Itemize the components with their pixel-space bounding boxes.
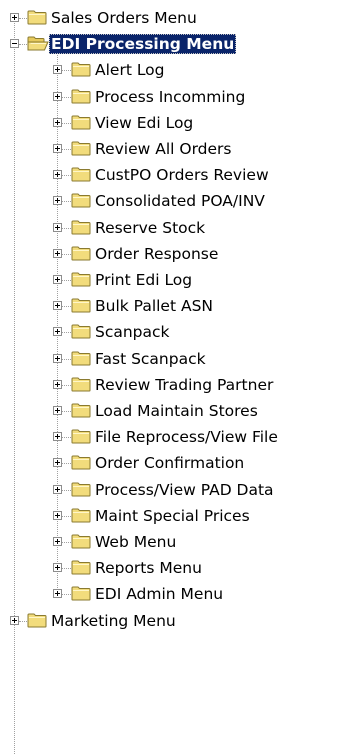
tree-node-label[interactable]: Process/View PAD Data [93,480,276,500]
tree-node-edi-processing-menu[interactable]: EDI Processing Menu [0,33,352,55]
tree-node-label[interactable]: Sales Orders Menu [49,8,199,28]
folder-icon [71,377,91,392]
plus-box-icon[interactable] [53,432,62,442]
folder-open-icon [27,36,49,51]
tree-node-label[interactable]: Web Menu [93,532,178,552]
plus-box-icon[interactable] [53,301,62,311]
tree-node-label[interactable]: Bulk Pallet ASN [93,296,215,316]
tree-node-label[interactable]: EDI Processing Menu [49,34,237,55]
tree-node-sales-orders-menu[interactable]: Sales Orders Menu [0,7,352,29]
folder-icon [71,429,91,444]
plus-box-icon[interactable] [10,615,19,625]
plus-box-icon[interactable] [53,196,62,206]
folder-icon [71,246,91,261]
tree-node-order-response[interactable]: Order Response [0,243,352,265]
plus-box-icon[interactable] [53,117,62,127]
folder-icon [71,298,91,313]
tree-node-marketing-menu[interactable]: Marketing Menu [0,610,352,632]
folder-icon [71,89,91,104]
plus-box-icon[interactable] [53,589,62,599]
tree-node-label[interactable]: CustPO Orders Review [93,165,271,185]
plus-box-icon[interactable] [53,222,62,232]
tree-node-print-edi-log[interactable]: Print Edi Log [0,269,352,291]
tree-node-consolidated-poa-inv[interactable]: Consolidated POA/INV [0,190,352,212]
plus-box-icon[interactable] [53,144,62,153]
folder-icon [71,482,91,497]
tree-node-label[interactable]: Review Trading Partner [93,375,275,395]
tree-node-label[interactable]: Print Edi Log [93,270,194,290]
tree-node-alert-log[interactable]: Alert Log [0,59,352,81]
minus-box-icon[interactable] [10,39,19,49]
tree-node-label[interactable]: File Reprocess/View File [93,427,280,447]
tree-node-file-reprocess-view-file[interactable]: File Reprocess/View File [0,426,352,448]
plus-box-icon[interactable] [53,537,62,546]
tree-node-label[interactable]: Alert Log [93,60,167,80]
folder-icon [71,351,91,366]
folder-icon [71,193,91,208]
plus-box-icon[interactable] [53,458,62,468]
folder-icon [71,560,91,575]
tree-node-label[interactable]: Order Confirmation [93,453,246,473]
folder-icon [27,613,47,628]
folder-icon [71,586,91,601]
folder-icon [71,167,91,182]
plus-box-icon[interactable] [53,248,62,258]
plus-box-icon[interactable] [10,13,19,22]
tree-node-label[interactable]: Scanpack [93,322,172,342]
folder-icon [71,508,91,523]
tree-node-label[interactable]: Consolidated POA/INV [93,191,267,211]
tree-node-load-maintain-stores[interactable]: Load Maintain Stores [0,400,352,422]
tree-node-label[interactable]: Reports Menu [93,558,204,578]
plus-box-icon[interactable] [53,484,62,494]
tree-node-label[interactable]: Marketing Menu [49,611,178,631]
menu-tree: Sales Orders Menu EDI Processing Menu Aler… [0,0,352,754]
tree-node-view-edi-log[interactable]: View Edi Log [0,112,352,134]
folder-icon [71,115,91,130]
folder-icon [71,403,91,418]
tree-node-process-view-pad-data[interactable]: Process/View PAD Data [0,479,352,501]
folder-icon [71,534,91,549]
folder-icon [71,324,91,339]
folder-icon [71,220,91,235]
tree-node-label[interactable]: Reserve Stock [93,218,207,238]
plus-box-icon[interactable] [53,65,62,75]
tree-node-label[interactable]: Maint Special Prices [93,506,252,526]
tree-node-label[interactable]: View Edi Log [93,113,195,133]
plus-box-icon[interactable] [53,353,62,363]
tree-node-label[interactable]: Fast Scanpack [93,349,208,369]
tree-node-edi-admin-menu[interactable]: EDI Admin Menu [0,583,352,605]
plus-box-icon[interactable] [53,275,62,284]
tree-node-label[interactable]: EDI Admin Menu [93,584,225,604]
folder-icon [71,62,91,77]
tree-node-label[interactable]: Load Maintain Stores [93,401,260,421]
tree-node-reports-menu[interactable]: Reports Menu [0,557,352,579]
plus-box-icon[interactable] [53,406,62,415]
tree-node-process-incomming[interactable]: Process Incomming [0,86,352,108]
tree-node-label[interactable]: Process Incomming [93,87,247,107]
plus-box-icon[interactable] [53,170,62,180]
tree-node-custpo-orders-review[interactable]: CustPO Orders Review [0,164,352,186]
folder-icon [27,10,47,25]
folder-icon [71,141,91,156]
tree-node-reserve-stock[interactable]: Reserve Stock [0,217,352,239]
plus-box-icon[interactable] [53,510,62,520]
tree-node-scanpack[interactable]: Scanpack [0,321,352,343]
tree-node-web-menu[interactable]: Web Menu [0,531,352,553]
tree-node-review-trading-partner[interactable]: Review Trading Partner [0,374,352,396]
tree-node-maint-special-prices[interactable]: Maint Special Prices [0,505,352,527]
tree-node-label[interactable]: Order Response [93,244,220,264]
plus-box-icon[interactable] [53,91,62,101]
plus-box-icon[interactable] [53,563,62,573]
tree-node-review-all-orders[interactable]: Review All Orders [0,138,352,160]
folder-icon [71,272,91,287]
tree-node-bulk-pallet-asn[interactable]: Bulk Pallet ASN [0,295,352,317]
plus-box-icon[interactable] [53,379,62,389]
tree-node-fast-scanpack[interactable]: Fast Scanpack [0,348,352,370]
plus-box-icon[interactable] [53,327,62,337]
folder-icon [71,455,91,470]
tree-node-order-confirmation[interactable]: Order Confirmation [0,452,352,474]
tree-node-label[interactable]: Review All Orders [93,139,234,159]
